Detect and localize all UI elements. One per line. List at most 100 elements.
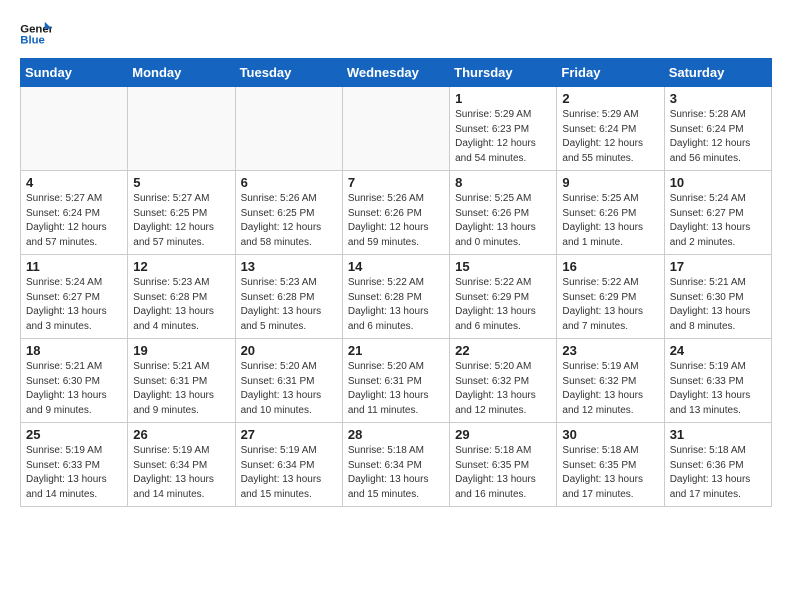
- day-info: Sunrise: 5:25 AMSunset: 6:26 PMDaylight:…: [562, 192, 658, 250]
- day-number: 12: [133, 259, 229, 274]
- day-number: 28: [348, 427, 444, 442]
- calendar-cell: 29 Sunrise: 5:18 AMSunset: 6:35 PMDayligh…: [450, 423, 557, 507]
- calendar-cell: [128, 87, 235, 171]
- calendar-cell: 31 Sunrise: 5:18 AMSunset: 6:36 PMDayligh…: [664, 423, 771, 507]
- day-info: Sunrise: 5:20 AMSunset: 6:31 PMDaylight:…: [348, 360, 444, 418]
- calendar-cell: 12 Sunrise: 5:23 AMSunset: 6:28 PMDayligh…: [128, 255, 235, 339]
- calendar-cell: 25 Sunrise: 5:19 AMSunset: 6:33 PMDayligh…: [21, 423, 128, 507]
- col-header-tuesday: Tuesday: [235, 59, 342, 87]
- calendar-table: SundayMondayTuesdayWednesdayThursdayFrid…: [20, 58, 772, 507]
- calendar-cell: 4 Sunrise: 5:27 AMSunset: 6:24 PMDaylight…: [21, 171, 128, 255]
- day-info: Sunrise: 5:20 AMSunset: 6:32 PMDaylight:…: [455, 360, 551, 418]
- day-number: 17: [670, 259, 766, 274]
- day-number: 13: [241, 259, 337, 274]
- day-info: Sunrise: 5:19 AMSunset: 6:33 PMDaylight:…: [670, 360, 766, 418]
- day-info: Sunrise: 5:19 AMSunset: 6:34 PMDaylight:…: [133, 444, 229, 502]
- day-number: 21: [348, 343, 444, 358]
- day-info: Sunrise: 5:18 AMSunset: 6:35 PMDaylight:…: [455, 444, 551, 502]
- day-info: Sunrise: 5:29 AMSunset: 6:24 PMDaylight:…: [562, 108, 658, 166]
- day-info: Sunrise: 5:19 AMSunset: 6:33 PMDaylight:…: [26, 444, 122, 502]
- day-info: Sunrise: 5:20 AMSunset: 6:31 PMDaylight:…: [241, 360, 337, 418]
- day-number: 10: [670, 175, 766, 190]
- calendar-cell: 28 Sunrise: 5:18 AMSunset: 6:34 PMDayligh…: [342, 423, 449, 507]
- col-header-friday: Friday: [557, 59, 664, 87]
- day-info: Sunrise: 5:25 AMSunset: 6:26 PMDaylight:…: [455, 192, 551, 250]
- day-number: 20: [241, 343, 337, 358]
- calendar-cell: 20 Sunrise: 5:20 AMSunset: 6:31 PMDayligh…: [235, 339, 342, 423]
- day-info: Sunrise: 5:18 AMSunset: 6:34 PMDaylight:…: [348, 444, 444, 502]
- day-info: Sunrise: 5:27 AMSunset: 6:25 PMDaylight:…: [133, 192, 229, 250]
- calendar-cell: 26 Sunrise: 5:19 AMSunset: 6:34 PMDayligh…: [128, 423, 235, 507]
- day-info: Sunrise: 5:21 AMSunset: 6:30 PMDaylight:…: [670, 276, 766, 334]
- day-number: 4: [26, 175, 122, 190]
- calendar-cell: 17 Sunrise: 5:21 AMSunset: 6:30 PMDayligh…: [664, 255, 771, 339]
- day-info: Sunrise: 5:27 AMSunset: 6:24 PMDaylight:…: [26, 192, 122, 250]
- calendar-week-4: 18Sunrise: 5:21 AMSunset: 6:30 PMDayligh…: [21, 339, 772, 423]
- day-number: 19: [133, 343, 229, 358]
- calendar-cell: [342, 87, 449, 171]
- calendar-cell: 2 Sunrise: 5:29 AMSunset: 6:24 PMDaylight…: [557, 87, 664, 171]
- calendar-cell: 14 Sunrise: 5:22 AMSunset: 6:28 PMDayligh…: [342, 255, 449, 339]
- calendar-cell: 5Sunrise: 5:27 AMSunset: 6:25 PMDaylight…: [128, 171, 235, 255]
- day-number: 26: [133, 427, 229, 442]
- page-header: GeneralBlue: [20, 20, 772, 48]
- day-info: Sunrise: 5:22 AMSunset: 6:29 PMDaylight:…: [455, 276, 551, 334]
- calendar-cell: 9 Sunrise: 5:25 AMSunset: 6:26 PMDaylight…: [557, 171, 664, 255]
- day-number: 6: [241, 175, 337, 190]
- day-info: Sunrise: 5:26 AMSunset: 6:26 PMDaylight:…: [348, 192, 444, 250]
- day-number: 14: [348, 259, 444, 274]
- day-number: 23: [562, 343, 658, 358]
- day-info: Sunrise: 5:23 AMSunset: 6:28 PMDaylight:…: [133, 276, 229, 334]
- calendar-cell: 18Sunrise: 5:21 AMSunset: 6:30 PMDayligh…: [21, 339, 128, 423]
- calendar-cell: 16 Sunrise: 5:22 AMSunset: 6:29 PMDayligh…: [557, 255, 664, 339]
- day-info: Sunrise: 5:21 AMSunset: 6:30 PMDaylight:…: [26, 360, 122, 418]
- day-number: 30: [562, 427, 658, 442]
- logo-icon: GeneralBlue: [20, 20, 52, 48]
- day-number: 25: [26, 427, 122, 442]
- day-number: 29: [455, 427, 551, 442]
- day-info: Sunrise: 5:29 AMSunset: 6:23 PMDaylight:…: [455, 108, 551, 166]
- calendar-cell: 22 Sunrise: 5:20 AMSunset: 6:32 PMDayligh…: [450, 339, 557, 423]
- day-info: Sunrise: 5:19 AMSunset: 6:34 PMDaylight:…: [241, 444, 337, 502]
- calendar-cell: 23 Sunrise: 5:19 AMSunset: 6:32 PMDayligh…: [557, 339, 664, 423]
- calendar-cell: 3 Sunrise: 5:28 AMSunset: 6:24 PMDaylight…: [664, 87, 771, 171]
- calendar-cell: 1 Sunrise: 5:29 AMSunset: 6:23 PMDaylight…: [450, 87, 557, 171]
- day-number: 15: [455, 259, 551, 274]
- day-info: Sunrise: 5:22 AMSunset: 6:29 PMDaylight:…: [562, 276, 658, 334]
- day-number: 1: [455, 91, 551, 106]
- calendar-cell: 19 Sunrise: 5:21 AMSunset: 6:31 PMDayligh…: [128, 339, 235, 423]
- day-number: 3: [670, 91, 766, 106]
- calendar-cell: 7 Sunrise: 5:26 AMSunset: 6:26 PMDaylight…: [342, 171, 449, 255]
- day-info: Sunrise: 5:21 AMSunset: 6:31 PMDaylight:…: [133, 360, 229, 418]
- calendar-cell: 6Sunrise: 5:26 AMSunset: 6:25 PMDaylight…: [235, 171, 342, 255]
- day-number: 31: [670, 427, 766, 442]
- day-number: 9: [562, 175, 658, 190]
- calendar-week-2: 4 Sunrise: 5:27 AMSunset: 6:24 PMDaylight…: [21, 171, 772, 255]
- calendar-cell: 11 Sunrise: 5:24 AMSunset: 6:27 PMDayligh…: [21, 255, 128, 339]
- day-info: Sunrise: 5:24 AMSunset: 6:27 PMDaylight:…: [26, 276, 122, 334]
- day-info: Sunrise: 5:24 AMSunset: 6:27 PMDaylight:…: [670, 192, 766, 250]
- day-info: Sunrise: 5:19 AMSunset: 6:32 PMDaylight:…: [562, 360, 658, 418]
- day-number: 7: [348, 175, 444, 190]
- logo: GeneralBlue: [20, 20, 52, 48]
- day-info: Sunrise: 5:28 AMSunset: 6:24 PMDaylight:…: [670, 108, 766, 166]
- svg-text:Blue: Blue: [20, 35, 45, 47]
- day-number: 2: [562, 91, 658, 106]
- col-header-saturday: Saturday: [664, 59, 771, 87]
- day-number: 8: [455, 175, 551, 190]
- day-number: 22: [455, 343, 551, 358]
- calendar-cell: 27Sunrise: 5:19 AMSunset: 6:34 PMDayligh…: [235, 423, 342, 507]
- calendar-week-3: 11 Sunrise: 5:24 AMSunset: 6:27 PMDayligh…: [21, 255, 772, 339]
- calendar-week-1: 1 Sunrise: 5:29 AMSunset: 6:23 PMDaylight…: [21, 87, 772, 171]
- day-number: 16: [562, 259, 658, 274]
- col-header-thursday: Thursday: [450, 59, 557, 87]
- calendar-week-5: 25 Sunrise: 5:19 AMSunset: 6:33 PMDayligh…: [21, 423, 772, 507]
- day-info: Sunrise: 5:18 AMSunset: 6:36 PMDaylight:…: [670, 444, 766, 502]
- day-number: 24: [670, 343, 766, 358]
- day-number: 11: [26, 259, 122, 274]
- calendar-cell: 21 Sunrise: 5:20 AMSunset: 6:31 PMDayligh…: [342, 339, 449, 423]
- calendar-cell: [235, 87, 342, 171]
- col-header-sunday: Sunday: [21, 59, 128, 87]
- day-info: Sunrise: 5:23 AMSunset: 6:28 PMDaylight:…: [241, 276, 337, 334]
- day-info: Sunrise: 5:22 AMSunset: 6:28 PMDaylight:…: [348, 276, 444, 334]
